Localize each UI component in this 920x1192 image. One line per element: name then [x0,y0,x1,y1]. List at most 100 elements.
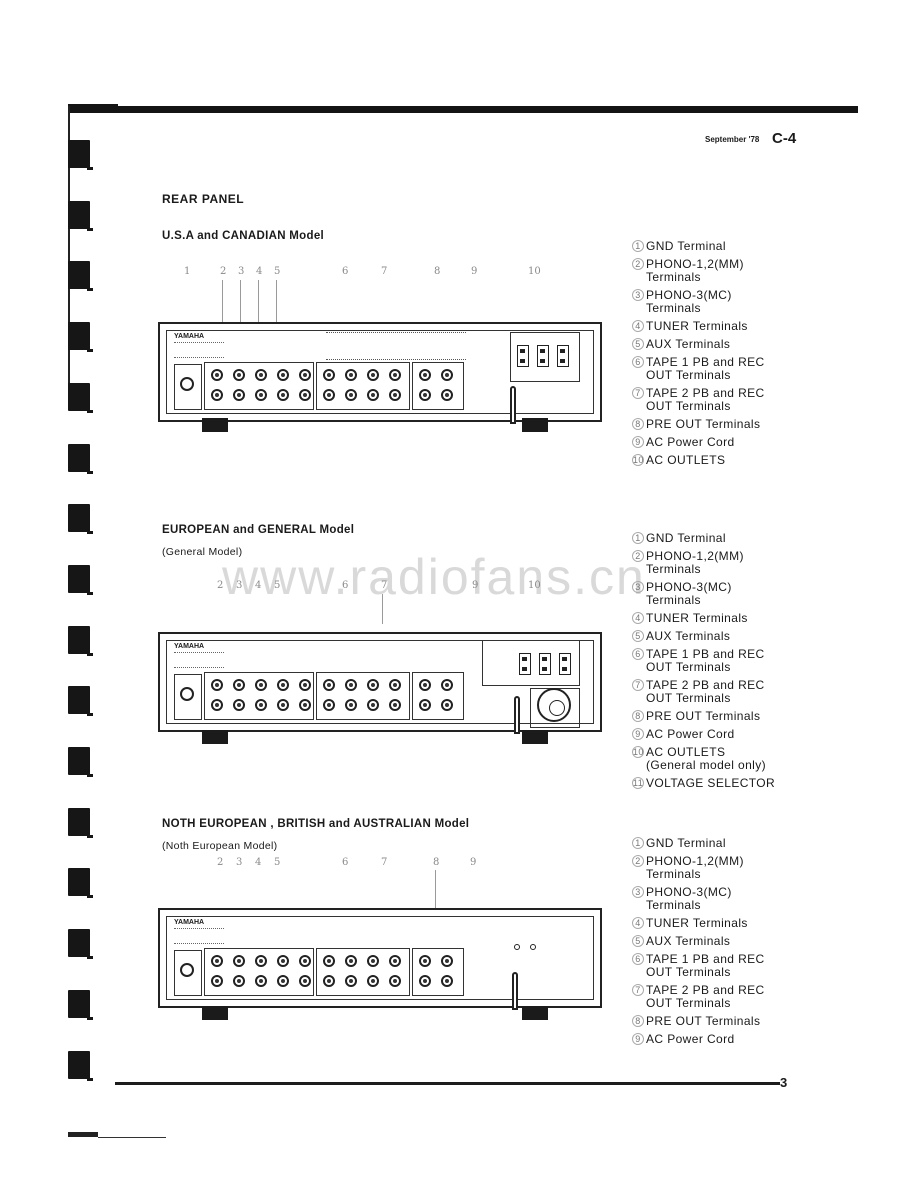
rca-jack [277,955,289,967]
rca-jack [255,679,267,691]
callout: 1 [184,266,191,277]
legend-number-badge: 3 [632,581,644,593]
rca-jack [323,389,335,401]
rca-jack [211,975,223,987]
yamaha-logo: YAMAHA [174,643,205,650]
legend-item: 10 AC OUTLETS (General model only) [632,746,775,772]
panel-foot-left [202,418,228,432]
spec-label [174,928,224,944]
legend-number-badge: 10 [632,454,644,466]
mounting-screw [530,944,536,950]
legend-label: TAPE 1 PB and REC [646,647,765,661]
ac-outlets-box [482,640,580,686]
legend-number-badge: 2 [632,550,644,562]
rca-jack [345,679,357,691]
callout: 9 [470,857,477,868]
panel-foot-left [202,730,228,744]
rca-jack [345,389,357,401]
voltage-selector [537,688,571,722]
callout: 5 [274,580,281,591]
legend-item: 6 TAPE 1 PB and REC OUT Terminals [632,953,765,979]
legend-item: 8 PRE OUT Terminals [632,710,775,723]
legend-item: 6 TAPE 1 PB and REC OUT Terminals [632,648,775,674]
gnd-terminal [174,674,202,720]
rca-jack [299,699,311,711]
callout: 3 [238,266,245,277]
callout: 7 [381,266,388,277]
ac-outlet [519,653,531,675]
rca-jack [441,369,453,381]
callout: 2 [220,266,227,277]
legend-label: AC Power Cord [646,727,735,741]
rca-jack [345,699,357,711]
legend-number-badge: 7 [632,679,644,691]
callout: 10 [528,580,541,591]
binder-hole [68,868,93,899]
callout-numbers: 2 3 4 5 6 7 8 9 [200,857,500,871]
legend-item: 2 PHONO-1,2(MM) Terminals [632,855,765,881]
rca-jack [367,975,379,987]
callout: 4 [256,266,263,277]
callout: 6 [342,266,349,277]
legend-label-continued: Terminals [646,562,701,576]
rca-jack [419,389,431,401]
callout: 2 [217,580,224,591]
callout: 4 [255,580,262,591]
callout: 2 [217,857,224,868]
legend-item: 2 PHONO-1,2(MM) Terminals [632,550,775,576]
rca-jack [389,955,401,967]
legend-label: PRE OUT Terminals [646,709,761,723]
legend-item: 6 TAPE 1 PB and REC OUT Terminals [632,356,765,382]
ac-outlet [559,653,571,675]
callout: 3 [236,857,243,868]
warning-label [326,332,466,360]
binder-hole [68,747,93,777]
legend-label: TUNER Terminals [646,916,748,930]
leader-line [276,280,277,322]
binder-hole [68,807,93,838]
legend-number-badge: 2 [632,258,644,270]
rca-jack [299,679,311,691]
legend-item: 9 AC Power Cord [632,436,765,449]
legend-label: GND Terminal [646,836,726,850]
legend-label: VOLTAGE SELECTOR [646,776,776,790]
legend-label-continued: Terminals [646,593,701,607]
panel-foot-right [522,418,548,432]
legend-number-badge: 5 [632,338,644,350]
rca-jack [367,955,379,967]
binder-hole [68,140,93,170]
rca-jack [211,679,223,691]
tape-jacks-group [316,948,410,996]
rca-jack [441,975,453,987]
legend-label: PRE OUT Terminals [646,1014,761,1028]
legend-label-continued: Terminals [646,867,701,881]
legend-number-badge: 3 [632,289,644,301]
ac-outlet [537,345,549,367]
section-subtitle-general: (General Model) [162,546,243,558]
rca-jack [367,699,379,711]
legend-number-badge: 6 [632,953,644,965]
callout: 5 [274,857,281,868]
input-jacks-group [204,362,314,410]
rca-jack [441,389,453,401]
rca-jack [277,699,289,711]
legend-label: TAPE 2 PB and REC [646,678,765,692]
callout: 9 [472,580,479,591]
rca-jack [441,955,453,967]
legend-label-continued: OUT Terminals [646,691,731,705]
legend-number-badge: 4 [632,917,644,929]
rca-jack [211,369,223,381]
legend-label-continued: OUT Terminals [646,996,731,1010]
legend-label: AC Power Cord [646,1032,735,1046]
legend-label: TUNER Terminals [646,319,748,333]
rca-jack [389,679,401,691]
legend-label-continued: OUT Terminals [646,368,731,382]
rca-jack [233,955,245,967]
legend-item: 2 PHONO-1,2(MM) Terminals [632,258,765,284]
legend-label-continued: OUT Terminals [646,660,731,674]
legend-north-european: 1 GND Terminal 2 PHONO-1,2(MM) Terminals 3 PHO… [632,837,765,1051]
legend-label: PRE OUT Terminals [646,417,761,431]
rear-panel-usa-canada: YAMAHA [158,322,602,424]
tape-jacks-group [316,362,410,410]
binder-hole [68,625,93,656]
